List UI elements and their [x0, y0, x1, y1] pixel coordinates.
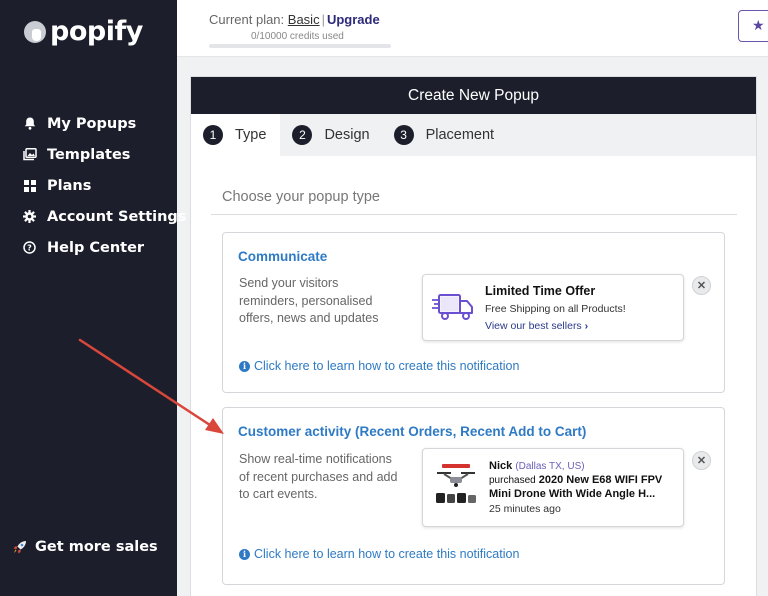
credits-progress-bar — [209, 44, 391, 48]
star-icon: ★ — [752, 17, 765, 33]
step-tabs: 1 Type 2 Design 3 Placement — [191, 114, 756, 156]
purchase-line-1: purchased 2020 New E68 WIFI FPV — [489, 474, 662, 486]
card-description: Show real-time notifications of recent p… — [239, 452, 398, 501]
tab-label: Placement — [425, 127, 495, 143]
card-description: Send your visitors reminders, personalis… — [239, 276, 379, 325]
gear-icon — [22, 210, 37, 223]
customer-location: (Dallas TX, US) — [515, 461, 585, 472]
logo-text: popify — [50, 16, 143, 47]
sidebar-item-label: Plans — [47, 177, 92, 194]
delivery-truck-icon — [432, 292, 476, 327]
chevron-right-icon: › — [584, 320, 589, 332]
popup-type-card-communicate[interactable]: Communicate Send your visitors reminders… — [222, 232, 725, 393]
info-icon: i — [239, 548, 250, 560]
customer-name-text: Nick — [489, 460, 513, 472]
section-title: Choose your popup type — [222, 189, 380, 205]
sidebar-item-my-popups[interactable]: My Popups — [22, 108, 186, 139]
sidebar-item-label: Account Settings — [47, 208, 187, 225]
upgrade-link[interactable]: Upgrade — [327, 12, 380, 27]
image-gallery-icon — [22, 148, 37, 161]
view-best-sellers-label: View our best sellers — [485, 320, 582, 332]
tab-placement[interactable]: 3 Placement — [382, 114, 507, 156]
close-icon[interactable]: ✕ — [692, 451, 711, 470]
info-icon: i — [239, 360, 250, 372]
popup-type-card-customer-activity[interactable]: Customer activity (Recent Orders, Recent… — [222, 407, 725, 585]
question-circle-icon: ? — [22, 241, 37, 254]
customer-name: Nick (Dallas TX, US) — [489, 460, 585, 472]
offer-title: Limited Time Offer — [485, 284, 596, 298]
panel-title: Create New Popup — [191, 77, 756, 114]
create-popup-panel: Create New Popup 1 Type 2 Design 3 Place… — [190, 76, 757, 596]
learn-how-link[interactable]: i Click here to learn how to create this… — [239, 359, 519, 373]
offer-subtitle: Free Shipping on all Products! — [485, 303, 626, 315]
tab-number: 2 — [292, 125, 313, 145]
purchased-prefix: purchased — [489, 475, 536, 486]
product-name: 2020 New E68 WIFI FPV — [538, 474, 663, 486]
sidebar-item-templates[interactable]: Templates — [22, 139, 186, 170]
card-title: Communicate — [238, 249, 328, 264]
get-more-sales-link[interactable]: Get more sales — [12, 539, 158, 555]
sidebar: popify My Popups Templates Plans Account… — [0, 0, 186, 596]
svg-text:?: ? — [27, 243, 32, 252]
purchase-time: 25 minutes ago — [489, 503, 561, 515]
sidebar-item-label: Help Center — [47, 239, 145, 256]
learn-how-label: Click here to learn how to create this n… — [254, 547, 520, 561]
tab-number: 3 — [393, 125, 414, 145]
credits-used-text: 0/10000 credits used — [251, 31, 344, 42]
sidebar-item-label: My Popups — [47, 115, 137, 132]
tab-type[interactable]: 1 Type — [191, 114, 281, 156]
plan-separator: | — [321, 12, 325, 27]
sidebar-item-help-center[interactable]: ? Help Center — [22, 232, 186, 263]
cursor-click-icon — [24, 20, 46, 43]
view-best-sellers-link[interactable]: View our best sellers › — [485, 320, 588, 332]
tab-label: Design — [324, 127, 370, 143]
offer-popup-preview: Limited Time Offer Free Shipping on all … — [422, 274, 684, 341]
top-bar: Current plan: Basic | Upgrade 0/10000 cred… — [177, 0, 768, 57]
tab-design[interactable]: 2 Design — [280, 114, 381, 156]
purchase-line-2: Mini Drone With Wide Angle H... — [489, 488, 656, 500]
sidebar-item-account-settings[interactable]: Account Settings — [22, 201, 186, 232]
sidebar-nav: My Popups Templates Plans Account Settin… — [22, 108, 186, 263]
popify-logo[interactable]: popify — [24, 16, 143, 47]
star-button[interactable]: ★ — [738, 10, 768, 42]
close-icon[interactable]: ✕ — [692, 276, 711, 295]
order-popup-preview: Nick (Dallas TX, US) purchased 2020 New … — [422, 448, 684, 527]
tab-number: 1 — [203, 125, 223, 145]
plan-prefix: Current plan: — [209, 12, 285, 27]
sidebar-item-plans[interactable]: Plans — [22, 170, 186, 201]
bell-icon — [22, 117, 37, 130]
learn-how-link[interactable]: i Click here to learn how to create this… — [239, 547, 519, 561]
drone-product-image — [432, 461, 480, 512]
rocket-icon — [12, 540, 27, 555]
card-title: Customer activity (Recent Orders, Recent… — [238, 424, 587, 439]
plan-name-link[interactable]: Basic — [288, 12, 320, 27]
current-plan: Current plan: Basic | Upgrade — [209, 12, 380, 27]
get-more-sales-label: Get more sales — [35, 539, 158, 555]
grid-icon — [22, 179, 37, 192]
section-divider — [211, 214, 737, 215]
sidebar-item-label: Templates — [47, 146, 131, 163]
tab-label: Type — [235, 127, 267, 143]
learn-how-label: Click here to learn how to create this n… — [254, 359, 520, 373]
